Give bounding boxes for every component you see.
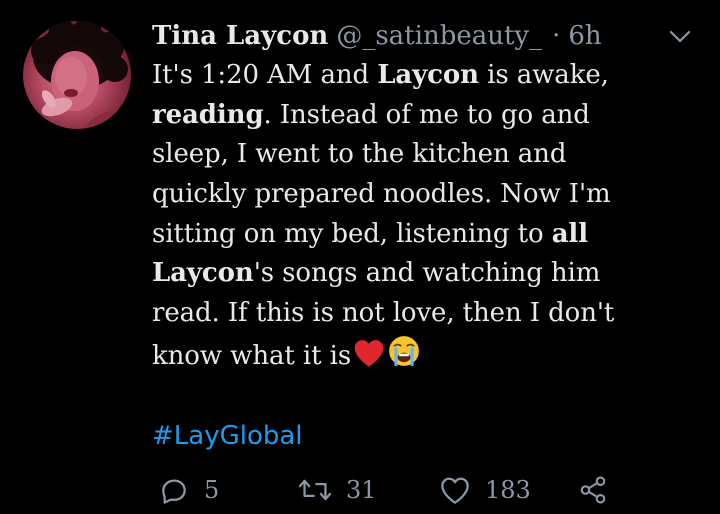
tweet-text-line: Laycon's songs and watching him: [152, 254, 682, 294]
tweet-text-line: reading. Instead of me to go and: [152, 96, 682, 136]
header-separator: ·: [552, 21, 561, 51]
tweet-text-bold: reading: [152, 99, 264, 130]
like-count: 183: [485, 476, 531, 504]
tweet-text-line: It's 1:20 AM and Laycon is awake,: [152, 56, 682, 96]
tweet-header: Tina Laycon @_satinbeauty_ · 6h: [152, 16, 602, 56]
like-button[interactable]: 183: [439, 470, 531, 510]
share-button[interactable]: [578, 470, 608, 510]
tweet-actions: 5 31 183: [152, 470, 672, 510]
loudly-crying-face-emoji: [389, 335, 419, 366]
reply-icon: [162, 479, 186, 504]
chevron-down-icon: [669, 30, 691, 43]
tweet-text-bold: all: [551, 218, 588, 249]
retweet-button[interactable]: 31: [298, 470, 377, 510]
tweet-text-segment: sitting on my bed, listening to: [152, 218, 552, 249]
tweet-text-line: sitting on my bed, listening to all: [152, 215, 682, 255]
more-options-button[interactable]: [663, 22, 697, 52]
tweet-text-line: know what it is: [152, 334, 682, 374]
tweet-text-segment: sleep, I went to the kitchen and: [152, 139, 567, 170]
heart-icon: [441, 477, 469, 504]
tweet-timestamp[interactable]: 6h: [568, 16, 601, 56]
red-heart-emoji: [354, 339, 384, 367]
tweet-text-segment: know what it is: [152, 340, 352, 371]
tweet-text-segment: quickly prepared noodles. Now I'm: [152, 179, 611, 210]
tweet-text-segment: read. If this is not love, then I don't: [152, 298, 615, 329]
tweet-text-line: quickly prepared noodles. Now I'm: [152, 175, 682, 215]
reply-button[interactable]: 5: [158, 470, 219, 510]
author-display-name[interactable]: Tina Laycon: [152, 16, 328, 56]
hashtag-link[interactable]: #LayGlobal: [152, 416, 303, 456]
tweet-text: It's 1:20 AM and Laycon is awake, reading…: [152, 56, 682, 374]
retweet-icon: [298, 479, 332, 501]
tweet-text-bold: Laycon: [152, 258, 254, 289]
retweet-count: 31: [346, 476, 377, 504]
share-icon: [580, 476, 606, 504]
tweet-text-segment: is awake,: [478, 60, 609, 90]
tweet-text-segment: . Instead of me to go and: [263, 99, 590, 130]
tweet-text-segment: 's songs and watching him: [253, 258, 601, 289]
tweet[interactable]: Tina Laycon @_satinbeauty_ · 6h It's 1:2…: [0, 0, 720, 514]
tweet-text-bold: Laycon: [377, 60, 479, 90]
author-handle[interactable]: @_satinbeauty_: [336, 16, 542, 56]
reply-count: 5: [204, 476, 220, 504]
tweet-text-line: sleep, I went to the kitchen and: [152, 135, 682, 175]
tweet-text-line: read. If this is not love, then I don't: [152, 294, 682, 334]
avatar[interactable]: [23, 21, 131, 129]
tweet-text-segment: It's 1:20 AM and: [152, 60, 378, 90]
